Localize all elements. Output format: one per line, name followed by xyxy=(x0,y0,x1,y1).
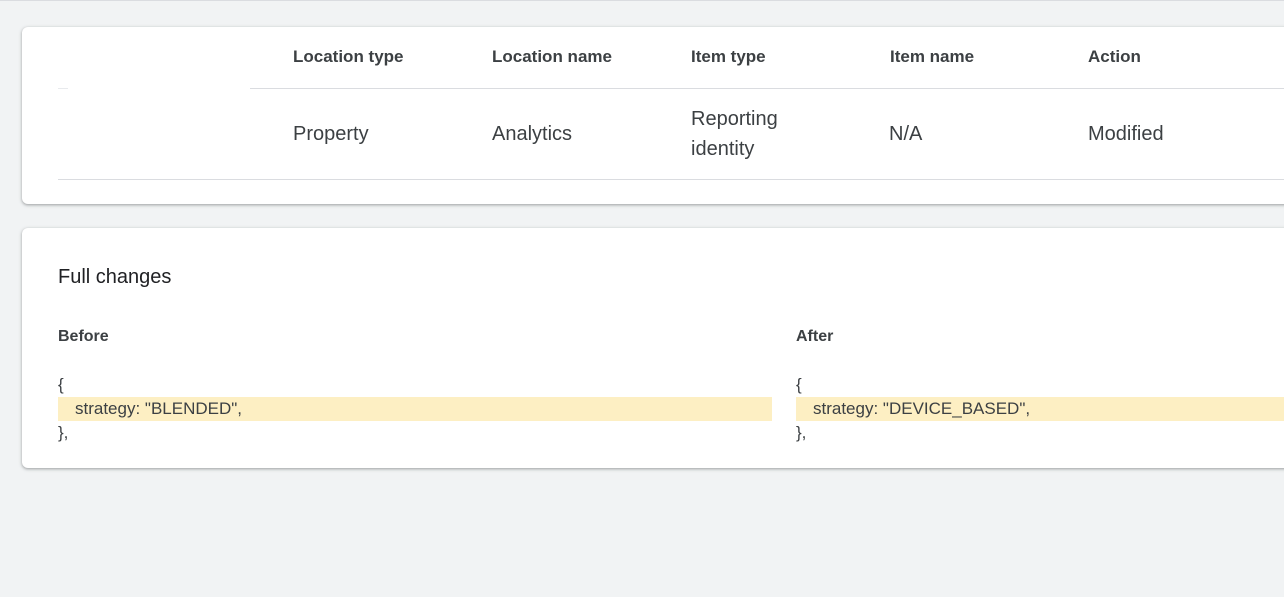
header-location-type: Location type xyxy=(293,47,404,66)
cell-action: Modified xyxy=(1088,123,1164,145)
page: Location type Location name Item type It… xyxy=(0,0,1284,597)
cell-item-name: N/A xyxy=(889,123,923,145)
cell-location-name: Analytics xyxy=(492,123,573,145)
after-label: After xyxy=(796,328,834,345)
after-code-block: { strategy: "DEVICE_BASED", }, xyxy=(796,373,1284,445)
after-code-open: { xyxy=(796,375,802,394)
before-label: Before xyxy=(58,328,109,345)
before-code-close: }, xyxy=(58,423,69,442)
cell-location-type: Property xyxy=(293,123,369,145)
after-code-close: }, xyxy=(796,423,807,442)
cell-item-type-line2: identity xyxy=(691,138,755,160)
header-item-type: Item type xyxy=(691,47,766,66)
header-divider xyxy=(250,88,1284,89)
header-divider-left xyxy=(58,88,68,89)
change-summary-card: Location type Location name Item type It… xyxy=(22,27,1284,204)
header-item-name: Item name xyxy=(890,47,975,66)
row-divider xyxy=(58,179,1284,180)
cell-item-type-line1: Reporting xyxy=(691,108,778,130)
full-changes-title: Full changes xyxy=(58,266,172,288)
header-location-name: Location name xyxy=(492,47,612,66)
before-code-block: { strategy: "BLENDED", }, xyxy=(58,373,772,445)
full-changes-card: Full changes Before After { strategy: "B… xyxy=(22,228,1284,468)
before-code-changed-line: strategy: "BLENDED", xyxy=(58,397,772,421)
after-code-changed-line: strategy: "DEVICE_BASED", xyxy=(796,397,1284,421)
header-action: Action xyxy=(1088,47,1141,66)
cell-item-type: Reporting identity xyxy=(691,104,778,164)
before-code-open: { xyxy=(58,375,64,394)
